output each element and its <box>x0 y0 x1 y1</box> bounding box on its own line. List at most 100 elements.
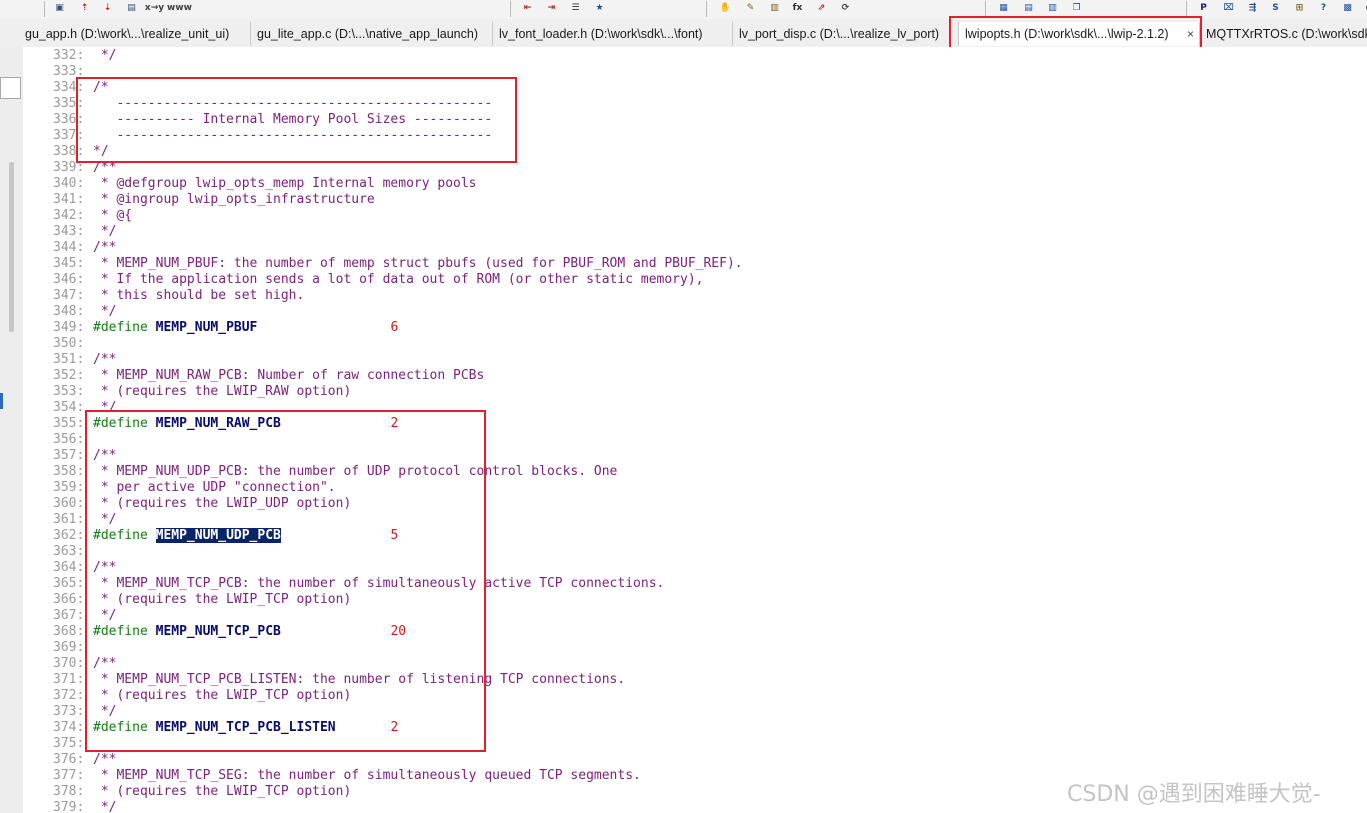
find-icon[interactable]: ▣ <box>52 1 67 16</box>
line-number: 343: <box>53 224 85 239</box>
toolbar-separator <box>44 1 45 17</box>
find-in-files-icon[interactable]: ▤ <box>124 1 139 16</box>
line-number: 369: <box>53 640 85 655</box>
code-text: * (requires the LWIP_RAW option) <box>93 384 351 400</box>
bookmark-next-icon[interactable]: ⇥ <box>544 1 559 16</box>
book-icon[interactable]: ▥ <box>767 1 782 16</box>
code-line[interactable]: 344: /** <box>23 240 1367 256</box>
code-text: */ <box>93 304 117 320</box>
code-line[interactable]: 353: * (requires the LWIP_RAW option) <box>23 384 1367 400</box>
replace-icon[interactable]: x→y <box>145 1 164 16</box>
code-line[interactable]: 352: * MEMP_NUM_RAW_PCB: Number of raw c… <box>23 368 1367 384</box>
line-number: 375: <box>53 736 85 751</box>
code-comment: * @defgroup lwip_opts_memp Internal memo… <box>93 176 477 191</box>
code-text: * MEMP_NUM_RAW_PCB: Number of raw connec… <box>93 368 485 384</box>
context-icon[interactable]: ⊞ <box>1292 1 1307 16</box>
line-number: 349: <box>53 320 85 335</box>
new-function-icon[interactable]: ✎ <box>743 1 758 16</box>
code-line[interactable]: 351: /** <box>23 352 1367 368</box>
toolbar-separator <box>985 1 986 17</box>
code-text: */ <box>93 48 117 64</box>
line-number: 372: <box>53 688 85 703</box>
code-line[interactable]: 343: */ <box>23 224 1367 240</box>
tab-label: gu_app.h (D:\work\...\realize_unit_ui) <box>25 27 230 41</box>
line-number: 363: <box>53 544 85 559</box>
code-text: /** <box>93 752 116 768</box>
layout-3-icon[interactable]: ▥ <box>1045 1 1060 16</box>
panel-scrollbar[interactable] <box>9 162 14 332</box>
hand-icon[interactable]: ✋ <box>718 1 733 16</box>
code-line[interactable]: 340: * @defgroup lwip_opts_memp Internal… <box>23 176 1367 192</box>
toolbar-separator <box>706 1 707 17</box>
annotation-box-pcb-defines <box>85 410 486 752</box>
line-number: 348: <box>53 304 85 319</box>
tab-label: lv_font_loader.h (D:\work\sdk\...\font) <box>499 27 703 41</box>
code-text: #define MEMP_NUM_PBUF 6 <box>93 320 398 336</box>
line-number: 347: <box>53 288 85 303</box>
code-line[interactable]: 347: * this should be set high. <box>23 288 1367 304</box>
code-comment: /** <box>93 752 117 767</box>
overflow-icon[interactable]: ◐ <box>1362 1 1367 16</box>
code-comment: * If the application sends a lot of data… <box>93 272 704 287</box>
code-line[interactable]: 345: * MEMP_NUM_PBUF: the number of memp… <box>23 256 1367 272</box>
code-comment: /** <box>93 240 117 255</box>
find-up-icon[interactable]: ⇡ <box>77 1 92 16</box>
project-icon[interactable]: P <box>1196 1 1211 16</box>
bookmark-prev-icon[interactable]: ⇤ <box>520 1 535 16</box>
tab-lv-font-loader-h[interactable]: lv_font_loader.h (D:\work\sdk\...\font) <box>493 22 733 46</box>
line-number: 377: <box>53 768 85 783</box>
code-line[interactable]: 348: */ <box>23 304 1367 320</box>
layout-2-icon[interactable]: ▤ <box>1021 1 1036 16</box>
tab-lv-port-disp-c[interactable]: lv_port_disp.c (D:\...\realize_lv_port) <box>733 22 950 46</box>
line-number: 364: <box>53 560 85 575</box>
panel-selection-marker <box>0 393 3 409</box>
code-line[interactable]: 341: * @ingroup lwip_opts_infrastructure <box>23 192 1367 208</box>
find-down-icon[interactable]: ⇣ <box>100 1 115 16</box>
window-icon[interactable]: ❐ <box>1069 1 1084 16</box>
favorites-icon[interactable]: ★ <box>592 1 607 16</box>
left-panel <box>0 47 24 813</box>
jump-icon[interactable]: ⇗ <box>814 1 829 16</box>
symbol-tree-icon[interactable]: ⇶ <box>1245 1 1260 16</box>
layout-1-icon[interactable]: ▦ <box>996 1 1011 16</box>
code-text: * this should be set high. <box>93 288 305 304</box>
line-number: 332: <box>53 48 85 63</box>
code-text: * @ingroup lwip_opts_infrastructure <box>93 192 375 208</box>
function-icon[interactable]: fx <box>790 1 805 16</box>
panel-input-box[interactable] <box>0 77 21 99</box>
tab-gu-lite-app-c[interactable]: gu_lite_app.c (D:\...\native_app_launch) <box>251 22 493 46</box>
tab-label: gu_lite_app.c (D:\...\native_app_launch) <box>257 27 478 41</box>
code-comment: */ <box>93 224 117 239</box>
code-line[interactable]: 350: <box>23 336 1367 352</box>
line-number: 361: <box>53 512 85 527</box>
code-text: */ <box>93 800 117 813</box>
chart-icon[interactable]: ▩ <box>1340 1 1355 16</box>
code-comment: * (requires the LWIP_RAW option) <box>93 384 352 399</box>
code-comment: */ <box>93 48 117 63</box>
code-editor[interactable]: 332: */333: 334:/* 335: ------------------… <box>23 47 1367 813</box>
tab-mqttxrrtos-c[interactable]: MQTTXrRTOS.c (D:\work\sdk <box>1200 22 1367 46</box>
tab-gu-app-h[interactable]: gu_app.h (D:\work\...\realize_unit_ui) <box>19 22 251 46</box>
code-line[interactable]: 346: * If the application sends a lot of… <box>23 272 1367 288</box>
line-number: 365: <box>53 576 85 591</box>
line-number: 373: <box>53 704 85 719</box>
line-number: 370: <box>53 656 85 671</box>
code-line[interactable]: 332: */ <box>23 48 1367 64</box>
line-number: 374: <box>53 720 85 735</box>
code-line[interactable]: 349: #define MEMP_NUM_PBUF 6 <box>23 320 1367 336</box>
line-number: 342: <box>53 208 85 223</box>
line-number: 358: <box>53 464 85 479</box>
code-line[interactable]: 342: * @{ <box>23 208 1367 224</box>
line-number: 367: <box>53 608 85 623</box>
symbol-icon[interactable]: S <box>1268 1 1283 16</box>
code-comment: * @ingroup lwip_opts_infrastructure <box>93 192 375 207</box>
relation-icon[interactable]: ⌧ <box>1221 1 1236 16</box>
web-icon[interactable]: www <box>167 1 192 16</box>
help-icon[interactable]: ? <box>1316 1 1331 16</box>
refresh-icon[interactable]: ⟳ <box>838 1 853 16</box>
indent-icon[interactable]: ☰ <box>568 1 583 16</box>
watermark: CSDN @遇到困难睡大觉- <box>1067 782 1321 807</box>
code-line[interactable]: 376: /** <box>23 752 1367 768</box>
code-comment: * MEMP_NUM_PBUF: the number of memp stru… <box>93 256 743 271</box>
line-number: 354: <box>53 400 85 415</box>
